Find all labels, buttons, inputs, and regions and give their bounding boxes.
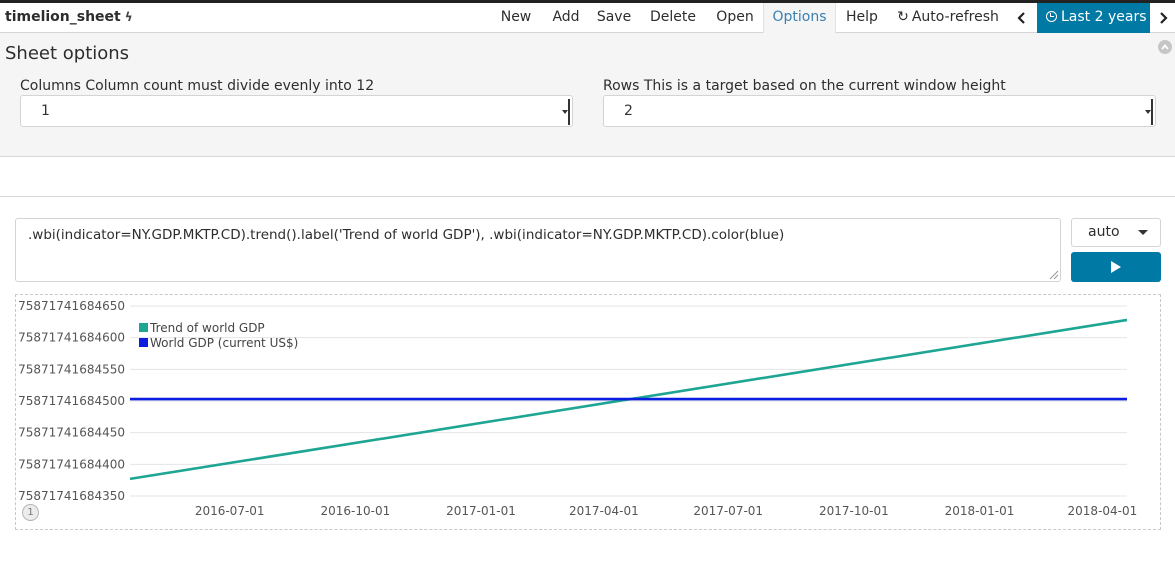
columns-value: 1: [41, 103, 50, 119]
resize-handle-icon[interactable]: [1047, 268, 1059, 280]
x-tick-label: 2016-07-01: [195, 504, 265, 518]
columns-caret-icon: [562, 99, 570, 125]
rows-value: 2: [624, 103, 633, 119]
app-title: timelion_sheet ϟ: [5, 9, 133, 25]
collapse-icon[interactable]: [1158, 40, 1172, 54]
top-nav: timelion_sheet ϟ New Add Save Delete Open…: [0, 0, 1175, 33]
x-tick-label: 2017-01-01: [446, 504, 516, 518]
expression-input[interactable]: .wbi(indicator=NY.GDP.MKTP.CD).trend().l…: [15, 218, 1061, 282]
add-button[interactable]: Add: [545, 3, 587, 33]
time-back-button[interactable]: [1008, 3, 1036, 33]
x-tick-label: 2018-01-01: [945, 504, 1015, 518]
x-tick-label: 2017-04-01: [569, 504, 639, 518]
app-title-text: timelion_sheet: [5, 9, 121, 25]
timeseries-chart: 75871741684650 75871741684600 758717416845…: [18, 299, 1138, 518]
chevron-right-icon: [1159, 12, 1168, 24]
time-forward-button[interactable]: [1150, 3, 1175, 33]
save-button[interactable]: Save: [591, 3, 637, 33]
run-button[interactable]: [1071, 252, 1161, 282]
new-button[interactable]: New: [494, 3, 538, 33]
time-range-label: Last 2 years: [1061, 9, 1147, 25]
play-icon: [1111, 261, 1121, 273]
interval-select[interactable]: auto: [1071, 218, 1161, 247]
columns-select[interactable]: 1: [20, 95, 573, 127]
sheet-options-title: Sheet options: [5, 43, 130, 64]
sheet-options-panel: Sheet options Columns Column count must …: [0, 33, 1175, 157]
y-tick-label: 75871741684400: [18, 457, 125, 471]
chevron-left-icon: [1017, 12, 1025, 24]
dropdown-arrow-icon: [1138, 230, 1148, 235]
chart-panel[interactable]: 75871741684650 75871741684600 758717416845…: [15, 294, 1161, 530]
legend-swatch: [139, 338, 148, 347]
refresh-icon: ↻: [897, 9, 909, 25]
help-button[interactable]: Help: [839, 3, 885, 33]
legend-label: Trend of world GDP: [149, 321, 265, 335]
x-tick-label: 2016-10-01: [320, 504, 390, 518]
clock-icon: [1046, 11, 1057, 22]
x-tick-label: 2018-04-01: [1068, 504, 1138, 518]
rows-caret-icon: [1145, 99, 1153, 125]
options-button[interactable]: Options: [763, 3, 836, 33]
x-tick-label: 2017-07-01: [693, 504, 763, 518]
rows-label: Rows This is a target based on the curre…: [603, 78, 1006, 94]
auto-refresh-label: Auto-refresh: [911, 9, 999, 25]
chevron-up-icon: [1161, 44, 1169, 50]
time-range-button[interactable]: Last 2 years: [1037, 3, 1150, 33]
open-button[interactable]: Open: [710, 3, 760, 33]
panel-number-badge: 1: [22, 504, 39, 521]
y-tick-label: 75871741684450: [18, 426, 125, 440]
section-divider: [0, 196, 1175, 197]
columns-label: Columns Column count must divide evenly …: [20, 78, 375, 94]
legend-swatch: [139, 323, 148, 332]
y-tick-label: 75871741684600: [18, 331, 125, 345]
y-tick-label: 75871741684500: [18, 394, 125, 408]
y-tick-label: 75871741684350: [18, 489, 125, 503]
legend-label: World GDP (current US$): [150, 336, 298, 350]
delete-button[interactable]: Delete: [643, 3, 703, 33]
y-tick-label: 75871741684650: [18, 299, 125, 313]
x-tick-label: 2017-10-01: [819, 504, 889, 518]
auto-refresh-button[interactable]: ↻ Auto-refresh: [893, 3, 1003, 33]
expression-text: .wbi(indicator=NY.GDP.MKTP.CD).trend().l…: [28, 227, 785, 243]
bolt-icon: ϟ: [124, 10, 133, 24]
y-tick-label: 75871741684550: [18, 362, 125, 376]
interval-value: auto: [1088, 224, 1120, 240]
rows-select[interactable]: 2: [603, 95, 1156, 127]
